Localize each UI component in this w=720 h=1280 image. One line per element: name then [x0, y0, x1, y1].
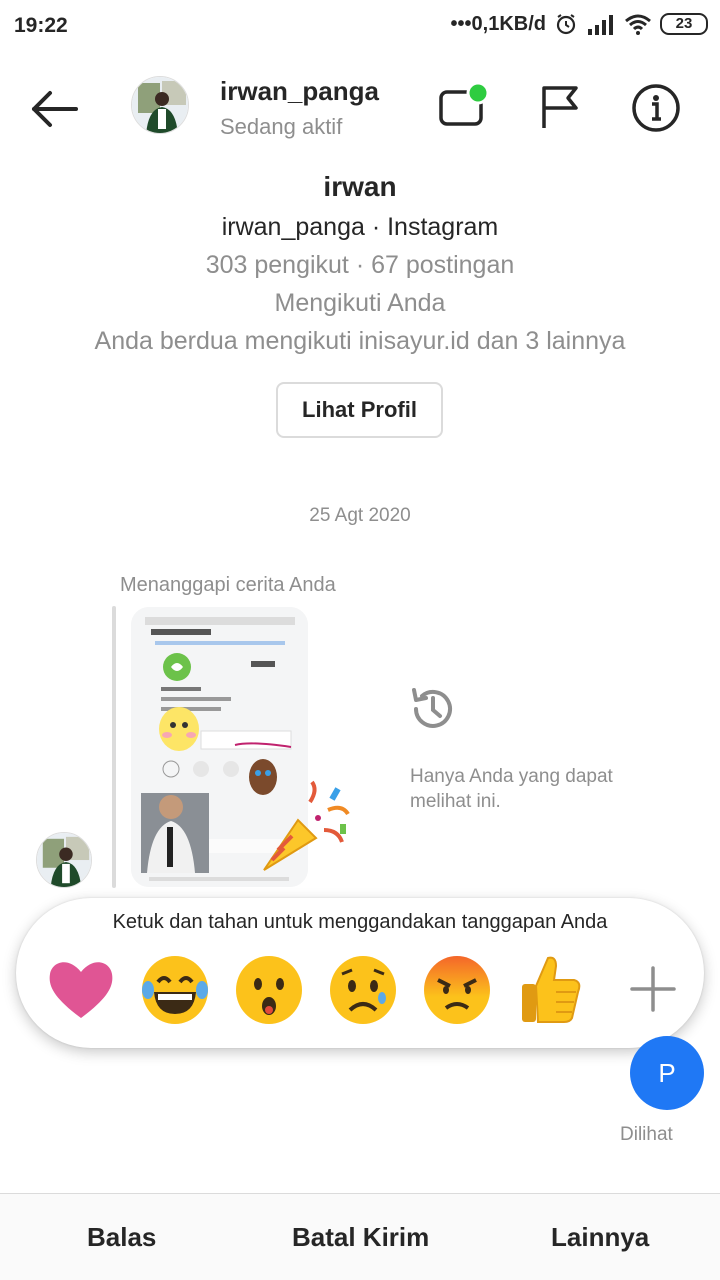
mutual-follows: Anda berdua mengikuti inisayur.id dan 3 …	[94, 327, 626, 355]
battery-indicator: 23	[660, 13, 708, 35]
reply-bar	[112, 606, 116, 888]
more-button[interactable]: Lainnya	[551, 1222, 649, 1253]
angry-reaction-icon[interactable]	[422, 952, 492, 1026]
emoji-row	[46, 952, 686, 1032]
flag-icon	[542, 86, 578, 128]
status-time: 19:22	[14, 14, 68, 37]
signal-icon	[586, 13, 616, 35]
add-reaction-icon[interactable]	[618, 952, 688, 1026]
private-note: Hanya Anda yang dapat melihat ini.	[410, 766, 613, 812]
active-dot-icon	[466, 81, 490, 105]
story-reply-label: Menanggapi cerita Anda	[120, 574, 336, 596]
reaction-hint: Ketuk dan tahan untuk menggandakan tangg…	[112, 911, 608, 933]
chat-header: irwan_panga Sedang aktif	[0, 60, 720, 156]
network-speed: •••0,1KB/d	[450, 12, 546, 35]
view-profile-button[interactable]: Lihat Profil	[276, 382, 443, 438]
reaction-tray: Ketuk dan tahan untuk menggandakan tangg…	[16, 898, 704, 1048]
video-camera-icon	[439, 81, 490, 126]
party-popper-sticker	[258, 780, 354, 876]
video-call-button[interactable]	[436, 80, 492, 132]
active-status: Sedang aktif	[220, 114, 343, 139]
message-action-bar: Balas Batal Kirim Lainnya	[0, 1193, 720, 1280]
profile-name: irwan	[323, 171, 397, 202]
wifi-icon	[624, 13, 652, 35]
heart-reaction-icon[interactable]	[46, 952, 116, 1026]
date-separator: 25 Agt 2020	[309, 505, 411, 526]
reply-button[interactable]: Balas	[87, 1222, 156, 1253]
sad-reaction-icon[interactable]	[328, 952, 398, 1026]
seen-status: Dilihat	[620, 1124, 673, 1145]
party-popper-icon	[263, 780, 350, 871]
user-photo-icon	[132, 77, 188, 133]
profile-stats: 303 pengikut · 67 postingan	[205, 251, 515, 279]
profile-summary: irwan irwan_panga · Instagram 303 pengik…	[0, 168, 720, 360]
user-photo-icon	[37, 833, 91, 887]
message-avatar[interactable]	[36, 832, 92, 888]
thumbs-up-reaction-icon[interactable]	[516, 952, 586, 1026]
sender-avatar: P	[630, 1036, 704, 1110]
history-icon	[408, 684, 458, 734]
back-button[interactable]	[26, 84, 82, 134]
follows-you-label: Mengikuti Anda	[274, 289, 446, 317]
laughing-tears-reaction-icon[interactable]	[140, 952, 210, 1026]
header-username[interactable]: irwan_panga	[220, 76, 379, 107]
arrow-left-icon	[32, 91, 78, 127]
info-button[interactable]	[630, 82, 682, 134]
status-bar: 19:22 •••0,1KB/d 23	[0, 0, 720, 52]
info-icon	[632, 84, 680, 132]
unsend-button[interactable]: Batal Kirim	[292, 1222, 429, 1253]
profile-handle: irwan_panga · Instagram	[221, 213, 499, 241]
status-icons: •••0,1KB/d 23	[451, 12, 708, 36]
surprised-reaction-icon[interactable]	[234, 952, 304, 1026]
alarm-icon	[554, 12, 578, 36]
report-button[interactable]	[536, 82, 584, 132]
avatar[interactable]	[131, 76, 189, 134]
